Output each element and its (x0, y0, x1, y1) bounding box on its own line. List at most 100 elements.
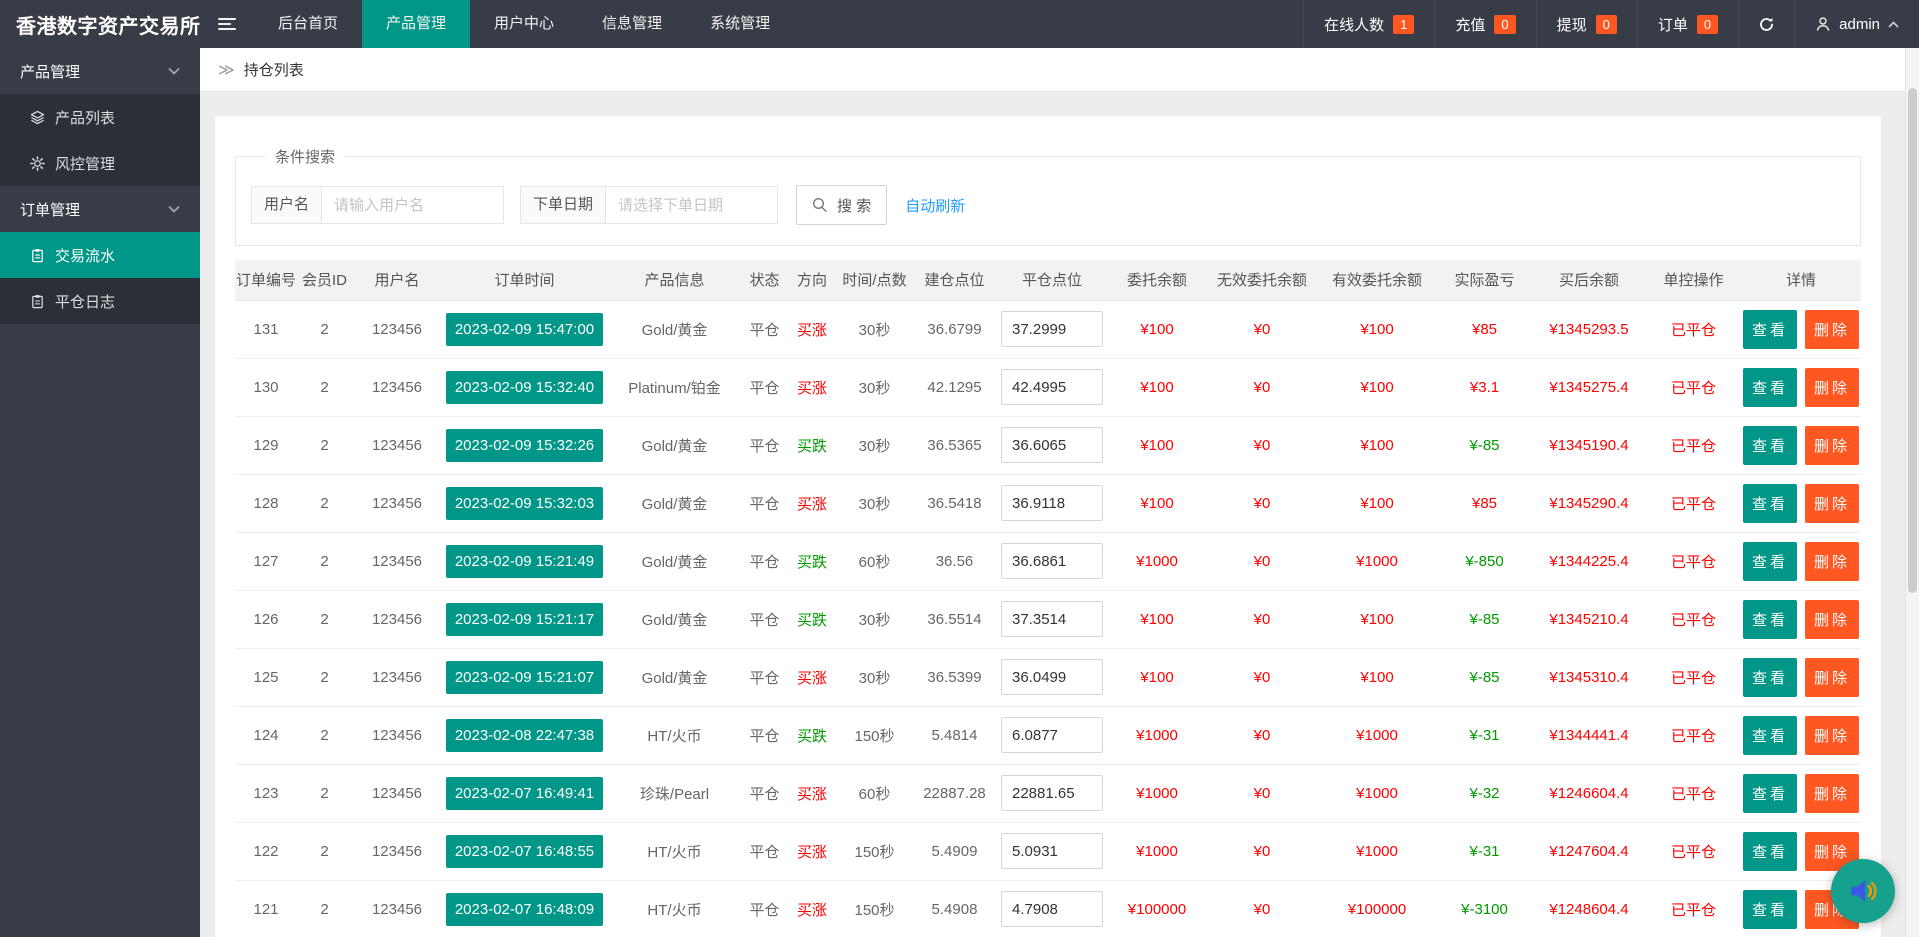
delete-button[interactable]: 删除 (1805, 773, 1860, 813)
view-button[interactable]: 查看 (1742, 715, 1797, 755)
top-stat-0[interactable]: 在线人数 1 (1303, 0, 1434, 48)
cell-valid-entrust: ¥1000 (1317, 822, 1437, 881)
cell-username: 123456 (352, 532, 442, 591)
cell-valid-entrust: ¥100 (1317, 590, 1437, 649)
view-button[interactable]: 查看 (1742, 367, 1797, 407)
cell-control-status: 已平仓 (1646, 590, 1741, 649)
cell-direction: 买跌 (787, 706, 837, 765)
delete-button[interactable]: 删除 (1805, 657, 1860, 697)
close-point-input[interactable] (1001, 833, 1103, 869)
cell-username: 123456 (352, 822, 442, 881)
sidebar-item-1-0[interactable]: 交易流水 (0, 232, 200, 278)
cell-direction: 买涨 (787, 822, 837, 881)
delete-button[interactable]: 删除 (1805, 483, 1860, 523)
order-date-input[interactable] (606, 186, 779, 224)
cell-direction: 买涨 (787, 300, 837, 359)
cell-entrust-balance: ¥1000 (1107, 764, 1207, 823)
column-header-13: 实际盈亏 (1437, 260, 1532, 301)
cell-valid-entrust: ¥1000 (1317, 764, 1437, 823)
view-button[interactable]: 查看 (1742, 541, 1797, 581)
view-button[interactable]: 查看 (1742, 483, 1797, 523)
cell-status: 平仓 (742, 300, 787, 359)
close-point-input[interactable] (1001, 427, 1103, 463)
cell-duration: 30秒 (837, 590, 912, 649)
close-point-input[interactable] (1001, 485, 1103, 521)
top-stat-label: 提现 (1556, 16, 1587, 34)
view-button[interactable]: 查看 (1742, 657, 1797, 697)
cell-order-id: 122 (235, 822, 297, 881)
app-root: 香港数字资产交易所 后台首页 产品管理 用户中心 信息管理 系统管理 在线人数 1 充值 0 提… (0, 0, 1919, 937)
delete-button[interactable]: 删除 (1805, 367, 1860, 407)
chevron-down-icon (168, 67, 180, 75)
close-point-input[interactable] (1001, 311, 1103, 347)
close-point-input[interactable] (1001, 659, 1103, 695)
column-header-1: 会员ID (297, 260, 352, 301)
nav-item-4[interactable]: 系统管理 (686, 0, 794, 48)
delete-button[interactable]: 删除 (1805, 599, 1860, 639)
scrollbar-thumb[interactable] (1908, 88, 1917, 593)
close-point-input[interactable] (1001, 775, 1103, 811)
view-button[interactable]: 查看 (1742, 889, 1797, 929)
cell-pnl: ¥-850 (1437, 532, 1532, 591)
sidebar-section-header-1[interactable]: 订单管理 (0, 186, 200, 232)
cell-pnl: ¥-31 (1437, 706, 1532, 765)
username-input[interactable] (322, 186, 505, 224)
auto-refresh-link[interactable]: 自动刷新 (905, 195, 965, 216)
delete-button[interactable]: 删除 (1805, 309, 1860, 349)
cell-open-point: 5.4908 (912, 880, 997, 937)
cell-direction: 买涨 (787, 648, 837, 707)
cell-valid-entrust: ¥1000 (1317, 532, 1437, 591)
cell-valid-entrust: ¥100 (1317, 648, 1437, 707)
top-stat-1[interactable]: 充值 0 (1434, 0, 1535, 48)
cell-order-id: 121 (235, 880, 297, 937)
top-stat-3[interactable]: 订单 0 (1636, 0, 1738, 48)
cell-open-point: 36.5365 (912, 416, 997, 475)
sidebar-section-header-0[interactable]: 产品管理 (0, 48, 200, 94)
close-point-input[interactable] (1001, 717, 1103, 753)
view-button[interactable]: 查看 (1742, 425, 1797, 465)
positions-table: 订单编号 会员ID 用户名 订单时间 产品信息 状态 方向 时间/点数 建仓点位 平仓点位 委托余额… (235, 260, 1861, 937)
nav-item-0[interactable]: 后台首页 (254, 0, 362, 48)
nav-item-1[interactable]: 产品管理 (362, 0, 471, 48)
cell-entrust-balance: ¥1000 (1107, 706, 1207, 765)
close-point-input[interactable] (1001, 601, 1103, 637)
breadcrumb-icon: ≫ (218, 61, 235, 79)
sidebar-item-0-0[interactable]: 产品列表 (0, 94, 200, 140)
cell-member-id: 2 (297, 764, 352, 823)
column-header-2: 用户名 (352, 260, 442, 301)
user-menu[interactable]: admin (1794, 0, 1919, 48)
view-button[interactable]: 查看 (1742, 773, 1797, 813)
cell-status: 平仓 (742, 532, 787, 591)
view-button[interactable]: 查看 (1742, 599, 1797, 639)
page-scrollbar[interactable] (1905, 48, 1919, 937)
delete-button[interactable]: 删除 (1805, 541, 1860, 581)
view-button[interactable]: 查看 (1742, 309, 1797, 349)
close-point-input[interactable] (1001, 369, 1103, 405)
cell-username: 123456 (352, 706, 442, 765)
user-icon (1816, 17, 1830, 31)
sidebar-section-1: 订单管理 交易流水 平仓日志 (0, 186, 200, 324)
sidebar-item-0-1[interactable]: 风控管理 (0, 140, 200, 186)
sound-toggle-button[interactable] (1831, 859, 1895, 923)
search-button[interactable]: 搜 索 (796, 185, 888, 225)
view-button[interactable]: 查看 (1742, 831, 1797, 871)
sidebar-item-1-1[interactable]: 平仓日志 (0, 278, 200, 324)
cell-order-id: 128 (235, 474, 297, 533)
nav-item-3[interactable]: 信息管理 (578, 0, 686, 48)
nav-item-2[interactable]: 用户中心 (470, 0, 578, 48)
delete-button[interactable]: 删除 (1805, 715, 1860, 755)
close-point-input[interactable] (1001, 543, 1103, 579)
hamburger-icon[interactable] (200, 0, 254, 48)
cell-product: HT/火币 (607, 880, 742, 937)
close-point-input[interactable] (1001, 891, 1103, 927)
chevron-down-icon (168, 205, 180, 213)
refresh-button[interactable] (1738, 0, 1794, 48)
cell-pnl: ¥-3100 (1437, 880, 1532, 937)
cell-pnl: ¥-32 (1437, 764, 1532, 823)
table-row: 131 2 123456 2023-02-09 15:47:00 Gold/黄金… (235, 300, 1861, 359)
table-row: 129 2 123456 2023-02-09 15:32:26 Gold/黄金… (235, 416, 1861, 475)
cell-member-id: 2 (297, 648, 352, 707)
top-stat-2[interactable]: 提现 0 (1535, 0, 1637, 48)
order-date-group: 下单日期 (520, 186, 779, 224)
delete-button[interactable]: 删除 (1805, 425, 1860, 465)
